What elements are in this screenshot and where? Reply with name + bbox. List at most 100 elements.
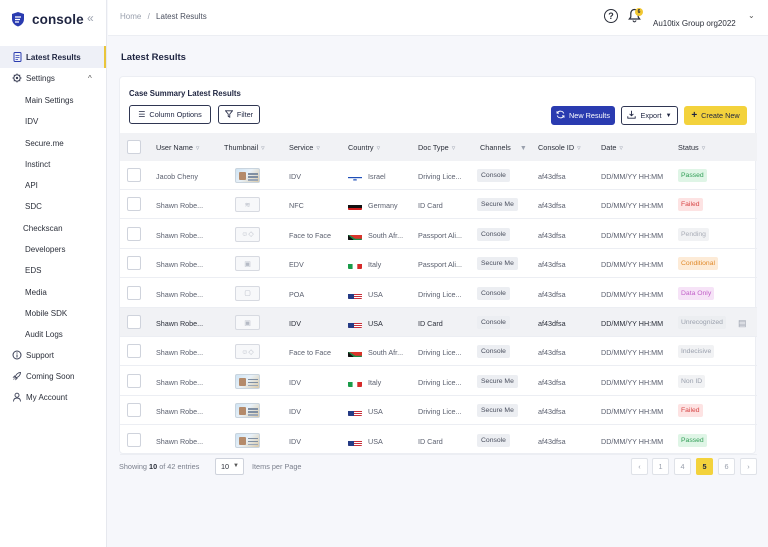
column-header-doc-type[interactable]: Doc Type ▿ xyxy=(418,143,455,152)
sidebar-subitem-sdc[interactable]: SDC xyxy=(25,199,42,213)
row-checkbox[interactable] xyxy=(127,285,141,300)
row-checkbox[interactable] xyxy=(127,344,141,359)
items-per-page-select[interactable]: 10 ▼ xyxy=(215,458,244,475)
console-id[interactable]: af43dfsa xyxy=(538,290,566,299)
filter-icon[interactable]: ▿ xyxy=(452,145,456,152)
filter-icon[interactable]: ▿ xyxy=(261,145,265,152)
table-row[interactable]: Shawn Robe... IDV USA Driving Lice... Secure… xyxy=(120,396,757,426)
row-checkbox[interactable] xyxy=(127,197,141,212)
column-header-console-id[interactable]: Console ID ▿ xyxy=(538,143,581,152)
column-header-user-name[interactable]: User Name ▿ xyxy=(156,143,199,152)
sidebar-item-my-account[interactable]: My Account xyxy=(0,386,106,408)
console-id[interactable]: af43dfsa xyxy=(538,172,566,181)
sidebar-subitem-idv[interactable]: IDV xyxy=(25,114,38,128)
thumbnail-image[interactable]: ▢ xyxy=(235,285,260,301)
user-name[interactable]: Shawn Robe... xyxy=(156,407,203,416)
console-id[interactable]: af43dfsa xyxy=(538,378,566,387)
user-name[interactable]: Shawn Robe... xyxy=(156,319,203,328)
thumbnail-image[interactable] xyxy=(235,432,260,448)
thumbnail-image[interactable] xyxy=(235,403,260,419)
thumbnail-image[interactable]: ▣ xyxy=(235,315,260,330)
user-name[interactable]: Shawn Robe... xyxy=(156,378,203,387)
user-name[interactable]: Jacob Cheny xyxy=(156,172,198,181)
export-dropdown[interactable]: Export ▼ xyxy=(621,106,678,125)
sidebar-item-coming-soon[interactable]: Coming Soon xyxy=(0,365,106,387)
console-id[interactable]: af43dfsa xyxy=(538,437,566,446)
table-row[interactable]: Shawn Robe... ▣ IDV USA ID Card Console af43df… xyxy=(120,308,757,337)
filter-icon[interactable]: ▼ xyxy=(520,145,527,152)
chevron-up-icon[interactable]: ^ xyxy=(88,74,92,83)
table-row[interactable]: Shawn Robe... ☺◇ Face to Face South Afr... D… xyxy=(120,337,757,367)
row-checkbox[interactable] xyxy=(127,226,141,241)
row-checkbox[interactable] xyxy=(127,168,141,182)
pagination-page-5[interactable]: 5 xyxy=(696,458,713,475)
brand[interactable]: console xyxy=(10,10,84,28)
console-id[interactable]: af43dfsa xyxy=(538,407,566,416)
column-options-button[interactable]: ☰ Column Options xyxy=(129,105,211,124)
filter-icon[interactable]: ▿ xyxy=(702,145,706,152)
pagination-next-button[interactable]: › xyxy=(740,458,757,475)
filter-icon[interactable]: ▿ xyxy=(619,145,623,152)
table-row[interactable]: Shawn Robe... ≋ NFC Germany ID Card Secure Me… xyxy=(120,190,757,220)
pagination-page-6[interactable]: 6 xyxy=(718,458,735,475)
column-header-channels[interactable]: Channels ▼ xyxy=(480,143,527,152)
column-header-date[interactable]: Date ▿ xyxy=(601,143,623,152)
thumbnail-image[interactable]: ≋ xyxy=(235,197,260,213)
filter-icon[interactable]: ▿ xyxy=(577,145,581,152)
row-checkbox[interactable] xyxy=(127,256,141,271)
collapse-sidebar-icon[interactable]: « xyxy=(87,11,94,25)
console-id[interactable]: af43dfsa xyxy=(538,319,566,328)
create-new-button[interactable]: + Create New xyxy=(684,106,747,125)
table-row[interactable]: Shawn Robe... ☺◇ Face to Face South Afr... P… xyxy=(120,220,757,249)
sidebar-item-support[interactable]: Support xyxy=(0,344,106,366)
table-row[interactable]: Shawn Robe... ▢ POA USA Driving Lice... Conso… xyxy=(120,279,757,308)
filter-button[interactable]: Filter xyxy=(218,105,260,124)
org-selector[interactable]: Au10tix Group org2022 xyxy=(653,19,736,28)
user-name[interactable]: Shawn Robe... xyxy=(156,260,203,269)
sidebar-item-developers[interactable]: Developers xyxy=(25,242,65,256)
sidebar-item-eds[interactable]: EDS xyxy=(25,263,41,277)
sidebar-item-media[interactable]: Media xyxy=(25,285,47,299)
help-icon[interactable]: ? xyxy=(604,9,618,23)
pagination-prev-button[interactable]: ‹ xyxy=(631,458,648,475)
table-row[interactable]: Shawn Robe... IDV USA ID Card Console af43dfs… xyxy=(120,426,757,455)
filter-icon[interactable]: ▿ xyxy=(196,145,200,152)
user-name[interactable]: Shawn Robe... xyxy=(156,437,203,446)
sidebar-item-latest-results[interactable]: Latest Results xyxy=(0,46,106,68)
user-name[interactable]: Shawn Robe... xyxy=(156,290,203,299)
console-id[interactable]: af43dfsa xyxy=(538,201,566,210)
user-name[interactable]: Shawn Robe... xyxy=(156,201,203,210)
console-id[interactable]: af43dfsa xyxy=(538,348,566,357)
table-row[interactable]: Shawn Robe... ▣ EDV Italy Passport Ali... Sec… xyxy=(120,249,757,279)
column-header-country[interactable]: Country ▿ xyxy=(348,143,380,152)
thumbnail-image[interactable]: ▣ xyxy=(235,256,260,272)
sidebar-subitem-instinct[interactable]: Instinct xyxy=(25,157,50,171)
thumbnail-image[interactable]: ☺◇ xyxy=(235,344,260,360)
chevron-down-icon[interactable]: ⌄ xyxy=(748,11,755,20)
comment-icon[interactable]: ▤ xyxy=(738,318,747,329)
console-id[interactable]: af43dfsa xyxy=(538,260,566,269)
user-name[interactable]: Shawn Robe... xyxy=(156,348,203,357)
breadcrumb-home[interactable]: Home xyxy=(120,12,141,21)
row-checkbox[interactable] xyxy=(127,403,141,418)
column-header-thumbnail[interactable]: Thumbnail ▿ xyxy=(224,143,265,152)
sidebar-subitem-main-settings[interactable]: Main Settings xyxy=(25,93,73,107)
thumbnail-image[interactable]: ☺◇ xyxy=(235,226,260,242)
sidebar-subitem-secure-me[interactable]: Secure.me xyxy=(25,136,64,150)
sidebar-item-mobile-sdk[interactable]: Mobile SDK xyxy=(25,306,67,320)
new-results-button[interactable]: New Results xyxy=(551,106,615,125)
row-checkbox[interactable] xyxy=(127,315,141,329)
select-all-checkbox[interactable] xyxy=(127,140,141,154)
console-id[interactable]: af43dfsa xyxy=(538,231,566,240)
user-name[interactable]: Shawn Robe... xyxy=(156,231,203,240)
sidebar-item-audit-logs[interactable]: Audit Logs xyxy=(25,327,63,341)
filter-icon[interactable]: ▿ xyxy=(377,145,381,152)
table-row[interactable]: Shawn Robe... IDV Italy Driving Lice... Secu… xyxy=(120,367,757,396)
thumbnail-image[interactable] xyxy=(235,373,260,389)
column-header-service[interactable]: Service ▿ xyxy=(289,143,320,152)
sidebar-item-checkscan[interactable]: Checkscan xyxy=(23,221,63,235)
pagination-page-4[interactable]: 4 xyxy=(674,458,691,475)
table-row[interactable]: Jacob Cheny IDV Israel Driving Lice... Conso… xyxy=(120,161,757,190)
column-header-status[interactable]: Status ▿ xyxy=(678,143,705,152)
row-checkbox[interactable] xyxy=(127,373,141,388)
